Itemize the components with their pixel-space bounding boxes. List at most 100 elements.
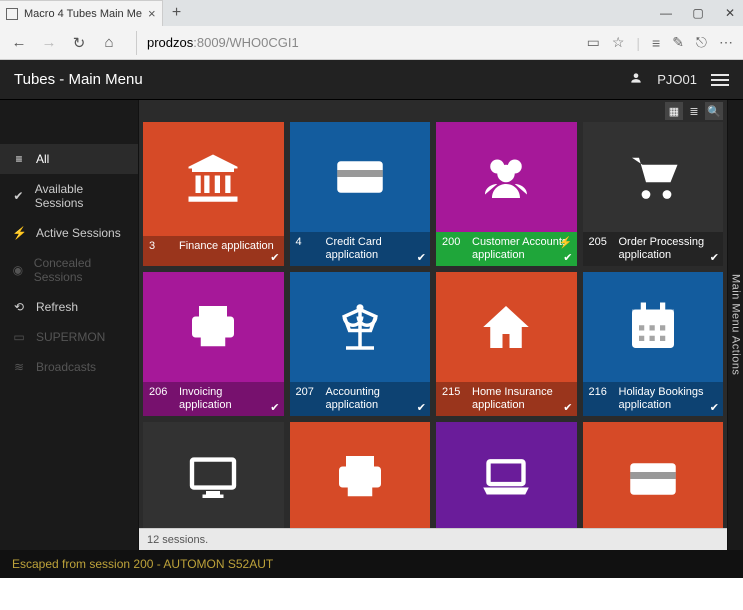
- tile-number: 215: [442, 386, 464, 398]
- check-icon: ✔: [710, 401, 719, 414]
- tile-body: [436, 422, 577, 528]
- browser-tab[interactable]: Macro 4 Tubes Main Me ×: [0, 0, 163, 26]
- tile-label: Finance application: [179, 240, 278, 253]
- tile-body: [143, 422, 284, 528]
- check-icon: ✔: [270, 251, 279, 264]
- menu-icon[interactable]: [711, 74, 729, 86]
- tile-401[interactable]: 401 Credit Score application ✔: [436, 422, 577, 528]
- browser-tabstrip: Macro 4 Tubes Main Me × + — ▢ ✕: [0, 0, 743, 26]
- share-icon[interactable]: ⎋: [696, 34, 707, 51]
- hub-icon[interactable]: ≡: [652, 35, 660, 51]
- search-icon[interactable]: 🔍: [705, 102, 723, 120]
- sidebar-item-label: Broadcasts: [36, 360, 96, 374]
- nav-home-icon[interactable]: ⌂: [100, 34, 118, 51]
- laptop-icon: [478, 449, 534, 505]
- sidebar-item-label: Available Sessions: [35, 182, 126, 210]
- sidebar-item-refresh[interactable]: ⟲ Refresh: [0, 292, 138, 322]
- tile-309[interactable]: 309 Statement Printing application ✔: [290, 422, 431, 528]
- eye-icon: ◉: [12, 263, 24, 277]
- tile-number: 200: [442, 236, 464, 248]
- app-footer: Escaped from session 200 - AUTOMON S52AU…: [0, 550, 743, 578]
- url-host: prodzos: [147, 35, 193, 50]
- check-icon: ✔: [563, 251, 572, 264]
- tile-4[interactable]: 4 Credit Card application ✔: [290, 122, 431, 266]
- status-bar: 12 sessions.: [139, 528, 727, 550]
- favorite-icon[interactable]: ☆: [612, 34, 625, 51]
- sidebar-item-available-sessions[interactable]: ✔ Available Sessions: [0, 174, 138, 218]
- user-icon: [629, 71, 643, 88]
- tile-308[interactable]: 308 Marketing Database application ✔: [143, 422, 284, 528]
- sidebar-item-broadcasts: ≋ Broadcasts: [0, 352, 138, 382]
- grid-view-icon[interactable]: ▦: [665, 102, 683, 120]
- check-icon: ✔: [417, 401, 426, 414]
- status-text: 12 sessions.: [147, 534, 208, 546]
- reading-view-icon[interactable]: ▭: [587, 34, 600, 51]
- tile-label: Customer Accounts application: [472, 236, 571, 262]
- right-panel-tab[interactable]: Main Menu Actions: [727, 100, 743, 550]
- tile-footer: 216 Holiday Bookings application ✔: [583, 382, 724, 416]
- sidebar-item-all[interactable]: ≡ All: [0, 144, 138, 174]
- check-icon: ✔: [12, 189, 25, 203]
- main-panel: ▦ ≣ 🔍 3 Finance application ✔ 4 Credit C…: [138, 100, 727, 550]
- url-bar[interactable]: prodzos:8009/WHO0CGI1: [136, 31, 569, 55]
- calendar-icon: [625, 299, 681, 355]
- new-tab-button[interactable]: +: [163, 0, 191, 26]
- sidebar-item-label: Active Sessions: [36, 226, 121, 240]
- active-bolt-icon: ⚡: [559, 236, 573, 249]
- browser-nav: ← → ↻ ⌂ prodzos:8009/WHO0CGI1 ▭ ☆ | ≡ ✎ …: [0, 26, 743, 60]
- tile-body: [436, 272, 577, 382]
- footer-text: Escaped from session 200 - AUTOMON S52AU…: [12, 557, 273, 571]
- page-title: Tubes - Main Menu: [14, 71, 143, 88]
- check-icon: ✔: [417, 251, 426, 264]
- tile-body: [290, 272, 431, 382]
- tile-label: Order Processing application: [619, 236, 718, 262]
- monitor-icon: ▭: [12, 330, 26, 344]
- tile-205[interactable]: 205 Order Processing application ✔: [583, 122, 724, 266]
- tile-206[interactable]: 206 Invoicing application ✔: [143, 272, 284, 416]
- users-icon: [478, 149, 534, 205]
- tile-number: 4: [296, 236, 318, 248]
- printer-icon: [185, 299, 241, 355]
- more-icon[interactable]: ⋯: [719, 34, 733, 51]
- tile-215[interactable]: 215 Home Insurance application ✔: [436, 272, 577, 416]
- tile-body: [583, 272, 724, 382]
- tile-body: [290, 422, 431, 528]
- nav-refresh-icon[interactable]: ↻: [70, 34, 88, 52]
- tile-number: 207: [296, 386, 318, 398]
- bank-icon: [185, 151, 241, 207]
- tile-body: [436, 122, 577, 232]
- tile-number: 205: [589, 236, 611, 248]
- sidebar-item-active-sessions[interactable]: ⚡ Active Sessions: [0, 218, 138, 248]
- tile-label: Accounting application: [326, 386, 425, 412]
- tile-body: [143, 272, 284, 382]
- list-icon: ≡: [12, 152, 26, 166]
- refresh-icon: ⟲: [12, 300, 26, 314]
- nav-back-icon[interactable]: ←: [10, 34, 28, 51]
- tile-number: 216: [589, 386, 611, 398]
- window-minimize-icon[interactable]: —: [657, 6, 675, 20]
- tile-grid: 3 Finance application ✔ 4 Credit Card ap…: [139, 122, 727, 528]
- tile-body: [290, 122, 431, 232]
- tile-footer: 215 Home Insurance application ✔: [436, 382, 577, 416]
- list-view-icon[interactable]: ≣: [685, 102, 703, 120]
- window-maximize-icon[interactable]: ▢: [689, 6, 707, 20]
- tile-207[interactable]: 207 Accounting application ✔: [290, 272, 431, 416]
- tile-216[interactable]: 216 Holiday Bookings application ✔: [583, 272, 724, 416]
- tile-200[interactable]: 200 Customer Accounts application ⚡ ✔: [436, 122, 577, 266]
- printer-icon: [332, 449, 388, 505]
- home-icon: [478, 299, 534, 355]
- cart-icon: [625, 149, 681, 205]
- nav-forward-icon[interactable]: →: [40, 34, 58, 51]
- notes-icon[interactable]: ✎: [672, 34, 684, 51]
- view-toolbar: ▦ ≣ 🔍: [139, 100, 727, 122]
- tile-3[interactable]: 3 Finance application ✔: [143, 122, 284, 266]
- tile-footer: 3 Finance application ✔: [143, 236, 284, 266]
- tab-close-icon[interactable]: ×: [148, 6, 156, 21]
- tile-label: Holiday Bookings application: [619, 386, 718, 412]
- bolt-icon: ⚡: [12, 226, 26, 240]
- right-panel-label: Main Menu Actions: [730, 274, 742, 375]
- tile-411[interactable]: 411 Claims application ✔: [583, 422, 724, 528]
- window-close-icon[interactable]: ✕: [721, 6, 739, 20]
- user-label[interactable]: PJO01: [657, 72, 697, 87]
- app-header: Tubes - Main Menu PJO01: [0, 60, 743, 100]
